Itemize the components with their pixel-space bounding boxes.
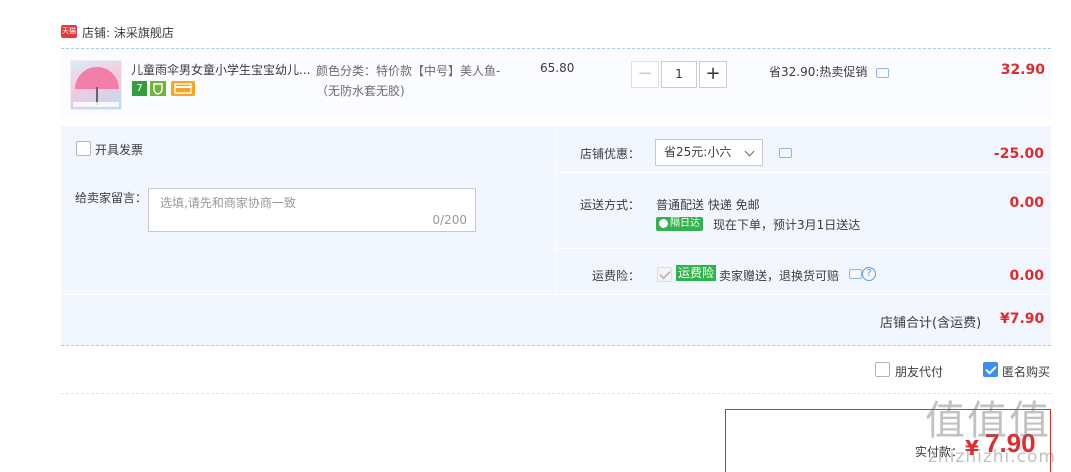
credit-card-icon [171, 81, 195, 96]
unit-price: 65.80 [540, 61, 575, 75]
coupon-label: 店铺优惠： [580, 147, 641, 161]
next-day-badge: 隔日达 [656, 217, 703, 231]
product-title[interactable]: 儿童雨伞男女童小学生宝宝幼儿... [131, 61, 311, 78]
shop-total-value: ¥7.90 [1000, 311, 1045, 327]
help-icon[interactable]: ? [862, 267, 876, 281]
watermark-logo: 值值值 [925, 398, 1051, 444]
sku-info: 颜色分类：特价款【中号】美人鱼-（无防水套无胶) [316, 64, 501, 98]
friend-pay-checkbox[interactable] [875, 362, 890, 377]
chevron-down-icon [744, 146, 755, 157]
insurance-badge: 运费险 [676, 265, 717, 281]
message-placeholder: 选填,请先和商家协商一致 [160, 196, 296, 210]
item-subtotal: 32.90 [1000, 62, 1045, 78]
quantity-input[interactable]: 1 [661, 61, 697, 88]
quantity-decrease-button[interactable]: − [631, 61, 659, 88]
product-thumbnail[interactable] [70, 60, 122, 110]
quantity-increase-button[interactable]: + [699, 61, 727, 88]
invoice-label[interactable]: 开具发票 [95, 141, 143, 158]
shipping-label: 运送方式： [580, 198, 641, 212]
tmall-logo: 天猫 [61, 25, 77, 38]
next-day-badge-text: 隔日达 [670, 218, 700, 229]
insurance-checkbox[interactable] [657, 267, 672, 282]
message-label: 给卖家留言： [75, 191, 148, 205]
shipping-eta: 现在下单，预计3月1日送达 [713, 218, 861, 232]
chat-icon[interactable] [876, 68, 889, 78]
anonymous-checkbox[interactable] [983, 362, 998, 377]
divider [556, 248, 1051, 249]
shipping-method: 普通配送 快递 免邮 [656, 198, 760, 212]
anonymous-label[interactable]: 匿名购买 [1002, 363, 1050, 380]
divider [555, 126, 556, 294]
promotion-text: 省32.90:热卖促销 [769, 65, 868, 79]
shop-total-label: 店铺合计(含运费) [880, 316, 982, 331]
invoice-checkbox[interactable] [76, 141, 91, 156]
coupon-amount: -25.00 [993, 146, 1044, 162]
message-char-count: 0/200 [432, 213, 467, 227]
coupon-select[interactable]: 省25元:小六 [655, 139, 763, 166]
insurance-label: 运费险： [592, 269, 641, 283]
seven-day-return-icon: 7 [132, 81, 147, 96]
chat-icon[interactable] [849, 269, 862, 279]
insurance-amount: 0.00 [1009, 268, 1044, 284]
shop-name[interactable]: 店铺: 沫采旗舰店 [82, 24, 174, 41]
clock-icon [659, 219, 668, 228]
guarantee-shield-icon [150, 81, 166, 96]
item-row [61, 48, 1051, 118]
chat-icon[interactable] [779, 148, 792, 158]
divider [556, 172, 1051, 173]
coupon-selected-value: 省25元:小六 [664, 145, 732, 159]
divider [61, 393, 1051, 394]
shipping-amount: 0.00 [1009, 195, 1044, 211]
friend-pay-label[interactable]: 朋友代付 [895, 363, 943, 380]
insurance-desc: 卖家赠送，退换货可赔 [719, 269, 840, 283]
watermark-url: zhizhizhi.com [928, 447, 1056, 467]
